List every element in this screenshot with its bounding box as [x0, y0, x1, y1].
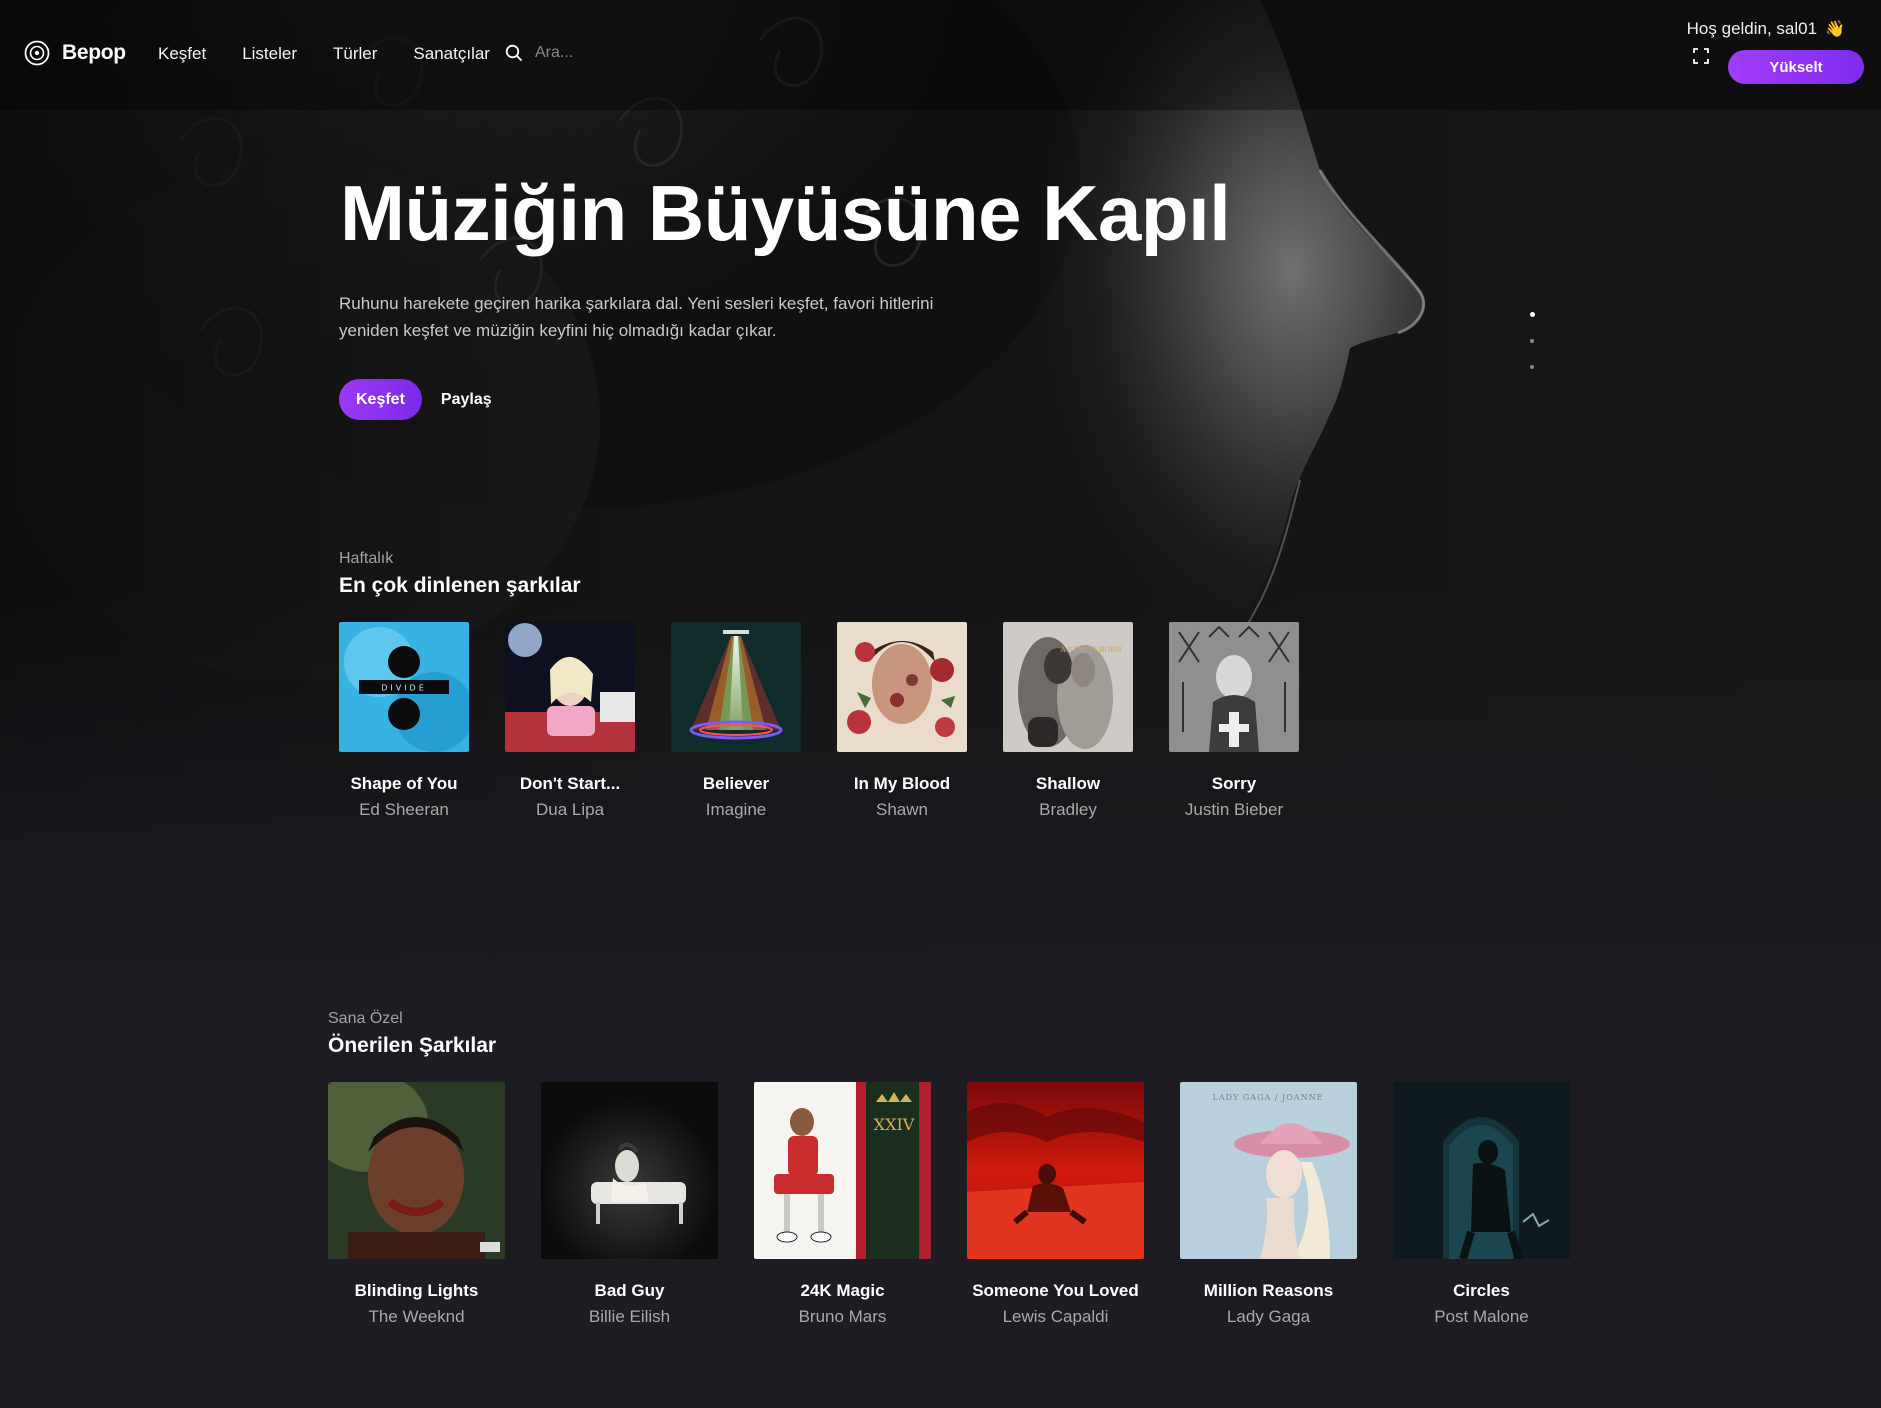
- slider-dot-3[interactable]: [1530, 365, 1534, 369]
- page: Bepop Keşfet Listeler Türler Sanatçılar …: [0, 0, 1881, 1408]
- song-title: Bad Guy: [594, 1281, 665, 1300]
- song-artist: Lady Gaga: [1226, 1307, 1311, 1326]
- song-artist: Lewis Capaldi: [1002, 1307, 1109, 1326]
- song-card[interactable]: DIVIDE Shape of You Ed Sheeran: [339, 622, 469, 820]
- cover-text: DIVIDE: [381, 684, 427, 693]
- recommended-section: Sana Özel Önerilen Şarkılar Blinding Lig…: [328, 1010, 1570, 1327]
- song-card[interactable]: Bad Guy Billie Eilish: [541, 1082, 718, 1327]
- song-card[interactable]: XXIV 24K Magic Bruno Mars: [754, 1082, 931, 1327]
- song-card[interactable]: Sorry Justin Bieber: [1169, 622, 1299, 820]
- section-eyebrow: Sana Özel: [328, 1010, 403, 1027]
- song-artist: Dua Lipa: [535, 800, 605, 819]
- song-title: Shape of You: [350, 774, 458, 793]
- album-cover[interactable]: XXIV: [754, 1082, 931, 1259]
- song-title: Someone You Loved: [972, 1281, 1139, 1300]
- logo[interactable]: Bepop: [24, 40, 126, 66]
- song-artist: Bruno Mars: [798, 1307, 887, 1326]
- song-title: Shallow: [1035, 774, 1101, 793]
- song-card[interactable]: In My Blood Shawn: [837, 622, 967, 820]
- navbar: Bepop Keşfet Listeler Türler Sanatçılar …: [0, 0, 1881, 110]
- song-title: Sorry: [1211, 774, 1257, 793]
- cover-text: A STAR IS BORN: [1059, 646, 1121, 654]
- greeting-text: Hoş geldin, sal01: [1686, 19, 1818, 38]
- song-card[interactable]: Don't Start... Dua Lipa: [505, 622, 635, 820]
- search-icon[interactable]: [505, 44, 523, 62]
- song-card[interactable]: Someone You Loved Lewis Capaldi: [967, 1082, 1144, 1327]
- recommended-cards: Blinding Lights The Weeknd Bad Guy Billi…: [328, 1082, 1570, 1327]
- weekly-top-section: Haftalık En çok dinlenen şarkılar DIVIDE…: [339, 550, 1299, 820]
- song-card[interactable]: Circles Post Malone: [1393, 1082, 1570, 1327]
- song-artist: Billie Eilish: [588, 1307, 671, 1326]
- search-bar: [505, 44, 755, 62]
- weekly-cards: DIVIDE Shape of You Ed Sheeran Don't Sta…: [339, 622, 1299, 820]
- album-cover[interactable]: [671, 622, 801, 752]
- nav-link-kesfet[interactable]: Keşfet: [158, 44, 206, 64]
- hero-description: Ruhunu harekete geçiren harika şarkılara…: [339, 294, 934, 340]
- song-card[interactable]: Blinding Lights The Weeknd: [328, 1082, 505, 1327]
- wave-hand-icon: 👋: [1825, 21, 1845, 38]
- nav-links: Keşfet Listeler Türler Sanatçılar: [158, 44, 490, 64]
- album-cover[interactable]: LADY GAGA / JOANNE: [1180, 1082, 1357, 1259]
- section-title: En çok dinlenen şarkılar: [339, 574, 581, 597]
- song-artist: Imagine: [705, 800, 767, 819]
- search-input[interactable]: [535, 44, 755, 62]
- album-cover[interactable]: [541, 1082, 718, 1259]
- album-cover[interactable]: [837, 622, 967, 752]
- hero-title: Müziğin Büyüsüne Kapıl: [340, 169, 1231, 257]
- vinyl-logo-icon: [24, 40, 50, 66]
- fullscreen-icon[interactable]: [1692, 47, 1710, 65]
- upgrade-button[interactable]: Yükselt: [1728, 50, 1864, 84]
- song-title: Million Reasons: [1203, 1281, 1334, 1300]
- album-cover[interactable]: [1169, 622, 1299, 752]
- album-cover[interactable]: [505, 622, 635, 752]
- song-card[interactable]: LADY GAGA / JOANNE Million Reasons Lady …: [1180, 1082, 1357, 1327]
- song-title: Blinding Lights: [354, 1281, 479, 1300]
- album-cover[interactable]: A STAR IS BORN: [1003, 622, 1133, 752]
- song-artist: Ed Sheeran: [359, 800, 449, 819]
- song-card[interactable]: A STAR IS BORN Shallow Bradley: [1003, 622, 1133, 820]
- song-title: Circles: [1453, 1281, 1510, 1300]
- song-artist: Shawn: [876, 800, 928, 819]
- explore-button[interactable]: Keşfet: [339, 379, 422, 420]
- section-title: Önerilen Şarkılar: [328, 1034, 497, 1057]
- cover-text: XXIV: [874, 1115, 915, 1134]
- share-button[interactable]: Paylaş: [441, 391, 492, 409]
- cover-text: LADY GAGA / JOANNE: [1213, 1093, 1324, 1102]
- album-cover[interactable]: [967, 1082, 1144, 1259]
- slider-dots: [1530, 312, 1535, 369]
- album-cover[interactable]: [1393, 1082, 1570, 1259]
- slider-dot-2[interactable]: [1530, 339, 1534, 343]
- song-artist: The Weeknd: [368, 1307, 465, 1326]
- song-title: Believer: [702, 774, 770, 793]
- nav-link-listeler[interactable]: Listeler: [242, 44, 297, 64]
- section-eyebrow: Haftalık: [339, 550, 394, 567]
- song-card[interactable]: Believer Imagine: [671, 622, 801, 820]
- album-cover[interactable]: DIVIDE: [339, 622, 469, 752]
- nav-link-sanatcilar[interactable]: Sanatçılar: [413, 44, 490, 64]
- logo-text: Bepop: [62, 41, 126, 64]
- song-title: 24K Magic: [800, 1281, 885, 1300]
- song-artist: Bradley: [1039, 800, 1097, 819]
- song-artist: Post Malone: [1434, 1307, 1529, 1326]
- hero-background-image: [0, 0, 1881, 980]
- slider-dot-1[interactable]: [1530, 312, 1535, 317]
- album-cover[interactable]: [328, 1082, 505, 1259]
- greeting: Hoş geldin, sal01 👋: [1687, 19, 1845, 39]
- song-title: In My Blood: [853, 774, 951, 793]
- song-title: Don't Start...: [519, 774, 621, 793]
- song-artist: Justin Bieber: [1184, 800, 1284, 819]
- hero-actions: Keşfet Paylaş: [339, 379, 492, 420]
- nav-link-turler[interactable]: Türler: [333, 44, 377, 64]
